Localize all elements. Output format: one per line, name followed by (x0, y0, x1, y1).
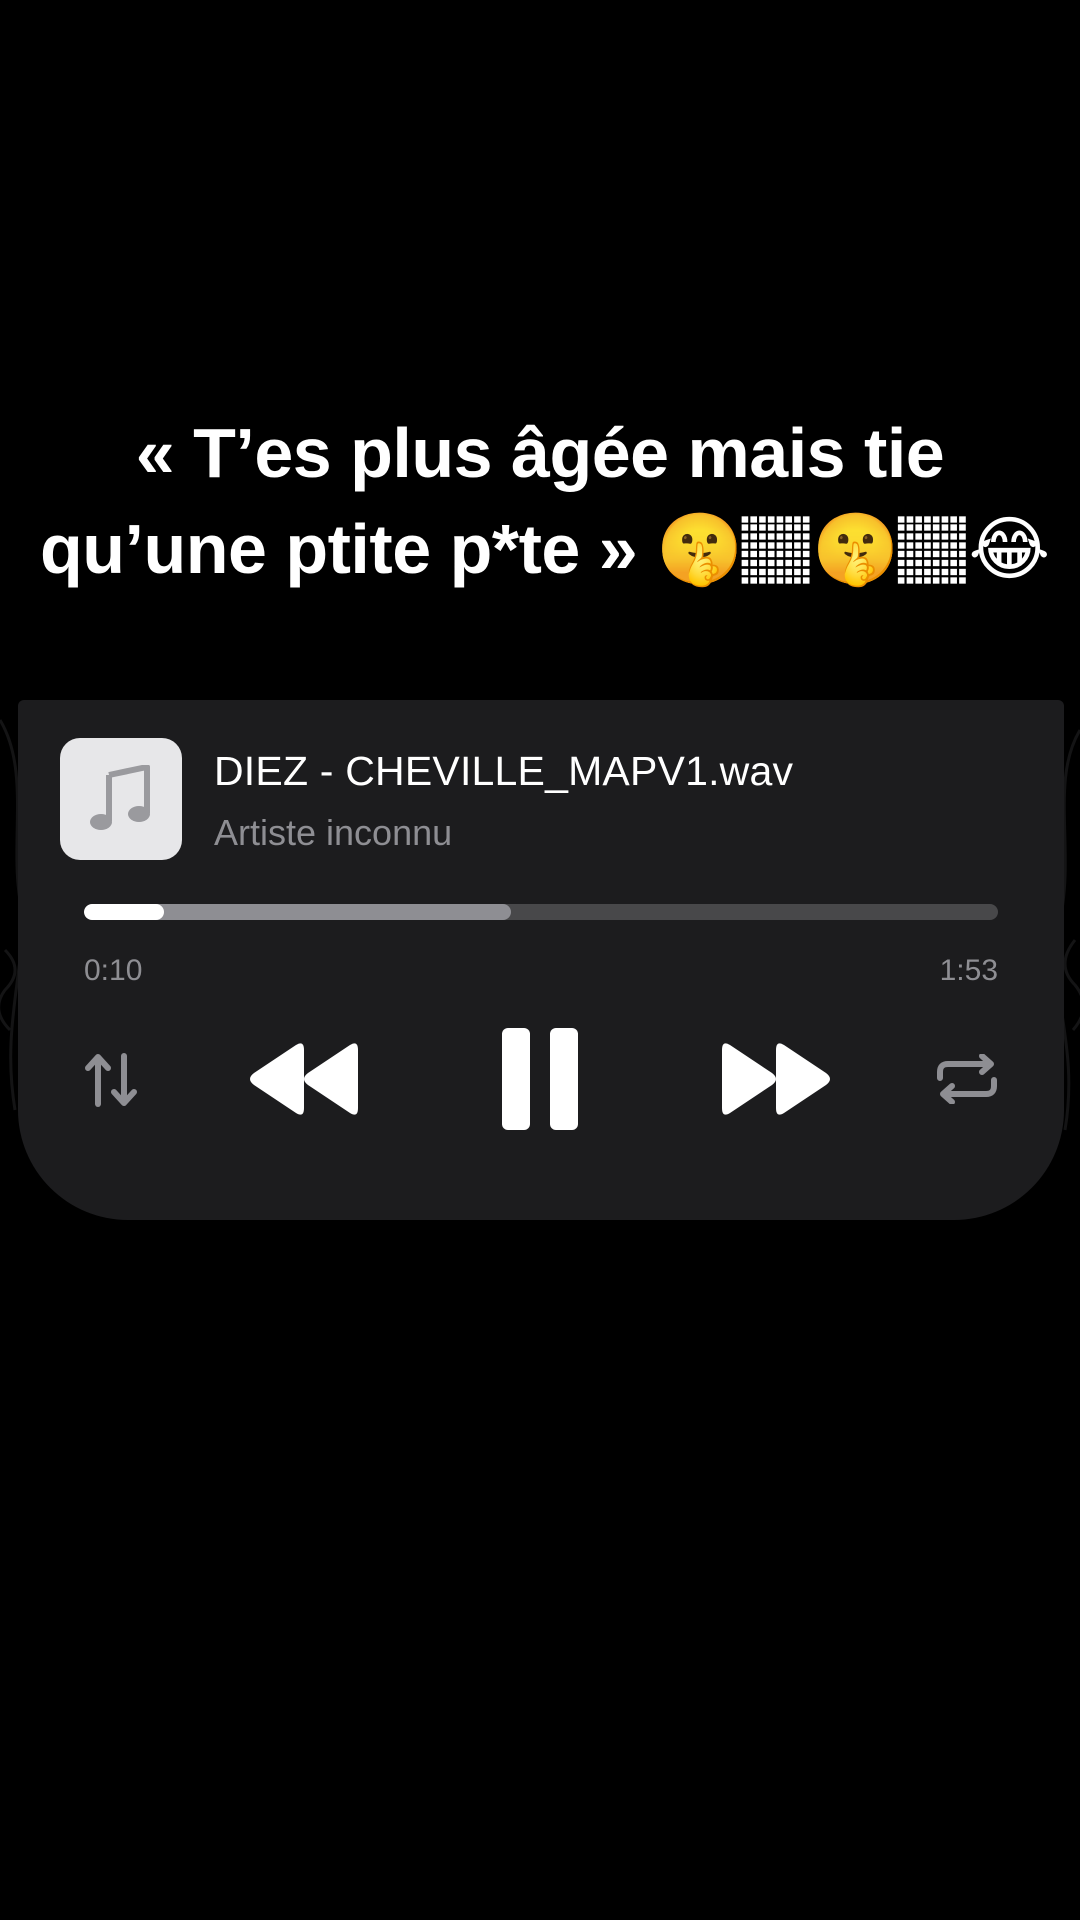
music-note-icon (90, 765, 150, 830)
caption-line-1: « T’es plus âgée mais tie (135, 414, 945, 492)
progress-played (84, 904, 165, 920)
arrow-up-down-icon (85, 1053, 137, 1107)
repeat-icon (937, 1054, 997, 1104)
total-duration: 1:53 (939, 954, 998, 987)
sort-button[interactable] (84, 1052, 138, 1108)
progress-bar[interactable] (84, 904, 998, 920)
repeat-button[interactable] (936, 1054, 998, 1104)
rewind-button[interactable] (246, 1042, 364, 1116)
music-player: DIEZ - CHEVILLE_MAPV1.wav Artiste inconn… (18, 700, 1064, 1220)
artwork (60, 738, 182, 860)
caption: « T’es plus âgée mais tie qu’une ptite p… (40, 405, 1050, 597)
fast-forward-icon (722, 1043, 830, 1115)
elapsed-time: 0:10 (84, 954, 143, 987)
rewind-icon (250, 1043, 358, 1115)
screen: « T’es plus âgée mais tie qu’une ptite p… (0, 0, 1080, 1920)
track-title: DIEZ - CHEVILLE_MAPV1.wav (214, 748, 794, 794)
pause-button[interactable] (502, 1028, 580, 1130)
fast-forward-button[interactable] (716, 1042, 834, 1116)
track-artist: Artiste inconnu (214, 812, 453, 853)
caption-line-2: qu’une ptite p*te » 🤫🏽🤫🏽😂 (40, 510, 1050, 588)
pause-icon (502, 1028, 578, 1130)
